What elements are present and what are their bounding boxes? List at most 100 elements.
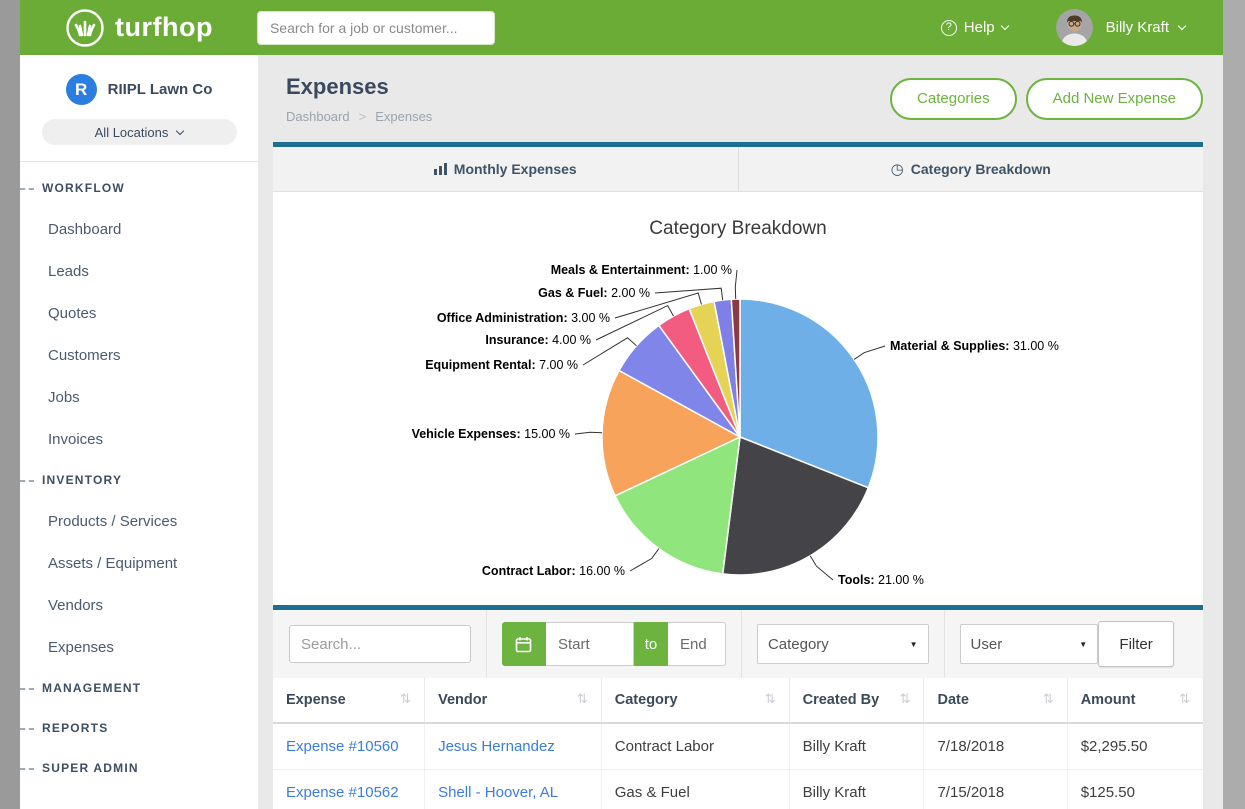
sidebar-item-jobs[interactable]: Jobs: [20, 376, 258, 418]
column-header-created-by[interactable]: Created By⇅: [789, 678, 924, 723]
tab-category-breakdown[interactable]: ◷ Category Breakdown: [738, 147, 1204, 191]
sidebar-item-quotes[interactable]: Quotes: [20, 292, 258, 334]
pie-label-material-supplies: Material & Supplies: 31.00 %: [890, 339, 1059, 353]
cell-link-expense-10562[interactable]: Expense #10562: [273, 770, 425, 809]
global-search-input[interactable]: [257, 11, 495, 45]
pie-label-office-administration: Office Administration: 3.00 %: [437, 311, 610, 325]
sidebar-item-vendors[interactable]: Vendors: [20, 584, 258, 626]
user-chevron-down-icon[interactable]: [1178, 22, 1186, 30]
pie-label-connector: [854, 346, 885, 359]
column-label: Date: [937, 692, 968, 708]
pie-label-connector: [810, 556, 833, 580]
add-new-expense-button[interactable]: Add New Expense: [1026, 78, 1203, 120]
date-start-input[interactable]: [546, 622, 634, 666]
cell-created-by: Billy Kraft: [789, 770, 924, 809]
date-range-picker: to: [502, 622, 726, 666]
page-header: Expenses Dashboard>Expenses Categories A…: [258, 55, 1223, 142]
grass-logo-icon: [65, 8, 105, 48]
column-header-expense[interactable]: Expense ⇅: [273, 678, 425, 723]
cell-link-shell-hoover-al[interactable]: Shell - Hoover, AL: [425, 770, 602, 809]
sidebar-section-reports: REPORTS: [20, 708, 258, 748]
date-to-label: to: [634, 622, 668, 666]
sort-icon[interactable]: ⇅: [765, 692, 776, 707]
pie-label-connector: [630, 549, 659, 571]
pie-label-insurance: Insurance: 4.00 %: [485, 333, 591, 347]
date-end-input[interactable]: [668, 622, 726, 666]
sort-icon[interactable]: ⇅: [400, 692, 411, 707]
cell-date: 7/18/2018: [924, 723, 1067, 770]
help-menu[interactable]: ? Help: [941, 19, 1008, 36]
turfhop-logo[interactable]: turfhop: [65, 8, 213, 48]
pie-chart-icon: ◷: [891, 162, 904, 177]
column-label: Category: [615, 692, 678, 708]
sidebar: R RIIPL Lawn Co All Locations WORKFLOWDa…: [20, 55, 258, 809]
breadcrumb-separator: >: [359, 109, 367, 124]
sidebar-item-invoices[interactable]: Invoices: [20, 418, 258, 460]
sidebar-section-super-admin: SUPER ADMIN: [20, 748, 258, 788]
filter-divider: [486, 610, 487, 678]
sidebar-section-inventory: INVENTORY: [20, 460, 258, 500]
category-select-value: Category: [768, 636, 829, 653]
pie-label-meals-entertainment: Meals & Entertainment: 1.00 %: [551, 263, 732, 277]
filter-divider: [944, 610, 945, 678]
expenses-table-panel: Expense⇅Vendor⇅Category⇅Created By⇅Date⇅…: [273, 678, 1203, 809]
pie-label-vehicle-expenses: Vehicle Expenses: 15.00 %: [412, 427, 570, 441]
location-selector[interactable]: All Locations: [42, 119, 237, 145]
categories-button[interactable]: Categories: [890, 78, 1017, 120]
pie-label-tools: Tools: 21.00 %: [838, 573, 924, 587]
column-header-category[interactable]: Category ⇅: [601, 678, 789, 723]
category-select[interactable]: Category ▼: [757, 624, 929, 664]
table-row: Expense #10562Shell - Hoover, ALGas & Fu…: [273, 770, 1203, 809]
left-gutter: [0, 0, 20, 809]
location-chevron-down-icon: [176, 126, 184, 134]
chevron-down-icon: [1000, 22, 1008, 30]
expenses-table: Expense⇅Vendor⇅Category⇅Created By⇅Date⇅…: [273, 678, 1203, 809]
company-name: RIIPL Lawn Co: [108, 81, 213, 98]
sort-icon[interactable]: ⇅: [577, 692, 588, 707]
column-header-date[interactable]: Date ⇅: [924, 678, 1067, 723]
table-header-row: Expense⇅Vendor⇅Category⇅Created By⇅Date⇅…: [273, 678, 1203, 723]
pie-label-connector: [655, 288, 723, 300]
sidebar-item-leads[interactable]: Leads: [20, 250, 258, 292]
cell-link-jesus-hernandez[interactable]: Jesus Hernandez: [425, 723, 602, 770]
pie-label-connector: [575, 432, 602, 434]
table-search-input[interactable]: [289, 625, 471, 663]
calendar-button[interactable]: [502, 622, 546, 666]
column-header-vendor[interactable]: Vendor⇅: [425, 678, 602, 723]
column-header-amount[interactable]: Amount⇅: [1067, 678, 1203, 723]
sidebar-item-expenses[interactable]: Expenses: [20, 626, 258, 668]
page-actions: Categories Add New Expense: [890, 78, 1203, 120]
breadcrumb: Dashboard>Expenses: [286, 109, 432, 124]
dropdown-arrow-icon: ▼: [910, 640, 918, 649]
right-scrollbar-track: [1223, 0, 1245, 809]
cell-amount: $125.50: [1067, 770, 1203, 809]
filter-button[interactable]: Filter: [1098, 621, 1174, 667]
sidebar-item-assets-equipment[interactable]: Assets / Equipment: [20, 542, 258, 584]
sort-icon[interactable]: ⇅: [1179, 692, 1190, 707]
cell-category: Contract Labor: [601, 723, 789, 770]
tab-monthly-expenses[interactable]: Monthly Expenses: [273, 147, 738, 191]
sort-icon[interactable]: ⇅: [900, 692, 911, 707]
sidebar-item-customers[interactable]: Customers: [20, 334, 258, 376]
sidebar-item-dashboard[interactable]: Dashboard: [20, 208, 258, 250]
cell-amount: $2,295.50: [1067, 723, 1203, 770]
calendar-icon: [515, 636, 532, 653]
app-window: turfhop ? Help Billy Kraft: [20, 0, 1223, 809]
table-row: Expense #10560Jesus HernandezContract La…: [273, 723, 1203, 770]
bar-chart-icon: [434, 163, 447, 175]
cell-category: Gas & Fuel: [601, 770, 789, 809]
cell-link-expense-10560[interactable]: Expense #10560: [273, 723, 425, 770]
tab-monthly-expenses-label: Monthly Expenses: [454, 161, 577, 177]
main-content: Expenses Dashboard>Expenses Categories A…: [258, 55, 1223, 809]
breadcrumb-dashboard[interactable]: Dashboard: [286, 109, 350, 124]
user-avatar[interactable]: [1056, 9, 1093, 46]
company-header: R RIIPL Lawn Co: [20, 55, 258, 117]
sidebar-item-products-services[interactable]: Products / Services: [20, 500, 258, 542]
column-label: Expense: [286, 692, 346, 708]
sidebar-section-management: MANAGEMENT: [20, 668, 258, 708]
sort-icon[interactable]: ⇅: [1043, 692, 1054, 707]
help-label: Help: [964, 19, 995, 36]
user-select[interactable]: User ▼: [960, 624, 1099, 664]
filter-divider: [741, 610, 742, 678]
user-name[interactable]: Billy Kraft: [1106, 19, 1169, 36]
